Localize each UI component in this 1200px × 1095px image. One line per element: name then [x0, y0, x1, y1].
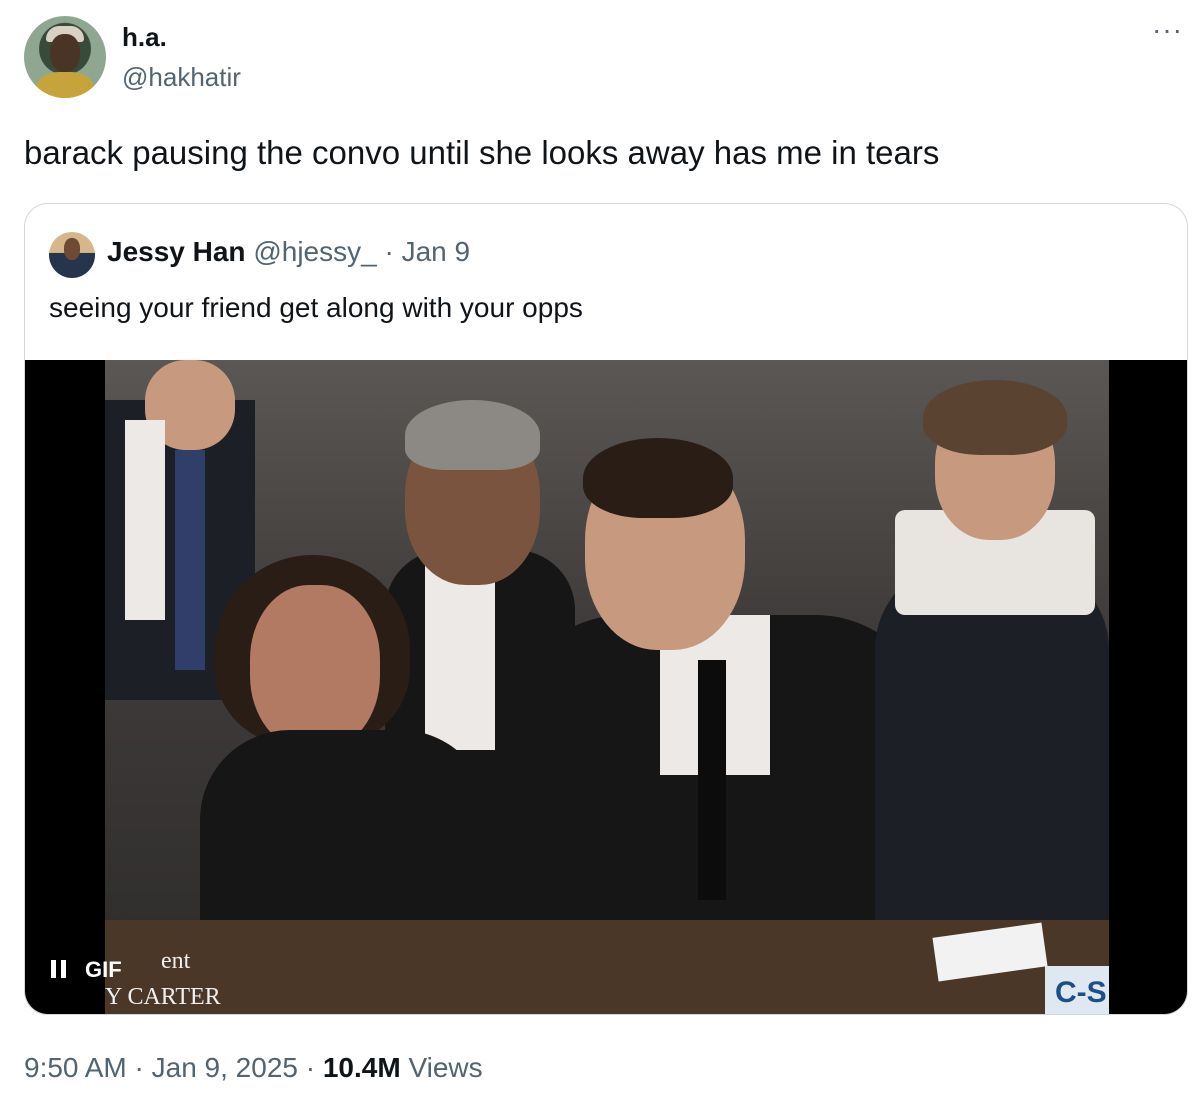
- man-grey-hair-shirt: [425, 560, 495, 750]
- woman-right-hair: [923, 380, 1067, 455]
- chyron-line-1: ent: [161, 948, 191, 974]
- quoted-text: seeing your friend get along with your o…: [49, 292, 583, 323]
- network-logo: C-S: [1045, 966, 1109, 1014]
- meta-separator: ·: [134, 1052, 144, 1083]
- author-avatar[interactable]: [24, 16, 106, 98]
- gif-media[interactable]: ent Y CARTER C-S GIF: [25, 360, 1187, 1014]
- author-name[interactable]: h.a.: [122, 22, 167, 53]
- gif-label: GIF: [85, 957, 122, 982]
- tweet-meta: 9:50 AM · Jan 9, 2025 · 10.4M Views: [24, 1052, 483, 1084]
- quoted-avatar[interactable]: [49, 232, 95, 278]
- quoted-header: Jessy Han @hjessy_ · Jan 9: [107, 236, 470, 268]
- bg-tie: [175, 450, 205, 670]
- man-center-tie: [698, 660, 726, 900]
- tweet-date[interactable]: Jan 9, 2025: [152, 1052, 298, 1083]
- quoted-handle[interactable]: @hjessy_: [253, 236, 376, 267]
- chyron-line-2: Y CARTER: [105, 984, 221, 1010]
- bg-shirt-left: [125, 420, 165, 620]
- avatar-body: [36, 72, 94, 98]
- man-grey-hair-hair: [405, 400, 540, 470]
- quoted-tweet[interactable]: Jessy Han @hjessy_ · Jan 9 seeing your f…: [24, 203, 1188, 1015]
- ellipsis-icon[interactable]: ···: [1152, 16, 1183, 44]
- avatar-face: [50, 34, 80, 72]
- views-label: Views: [408, 1052, 483, 1083]
- quoted-separator: ·: [384, 236, 394, 267]
- man-center-hair: [583, 438, 733, 518]
- gif-controls: GIF: [51, 952, 122, 988]
- tweet-time[interactable]: 9:50 AM: [24, 1052, 127, 1083]
- tweet-text: barack pausing the convo until she looks…: [24, 134, 940, 171]
- woman-face: [250, 585, 380, 750]
- author-handle[interactable]: @hakhatir: [122, 62, 241, 93]
- gif-frame: [105, 360, 1109, 1014]
- quoted-name[interactable]: Jessy Han: [107, 236, 246, 267]
- pause-icon[interactable]: [51, 960, 71, 980]
- meta-separator: ·: [305, 1052, 316, 1083]
- quoted-date[interactable]: Jan 9: [402, 236, 471, 267]
- views-count: 10.4M: [322, 1052, 401, 1083]
